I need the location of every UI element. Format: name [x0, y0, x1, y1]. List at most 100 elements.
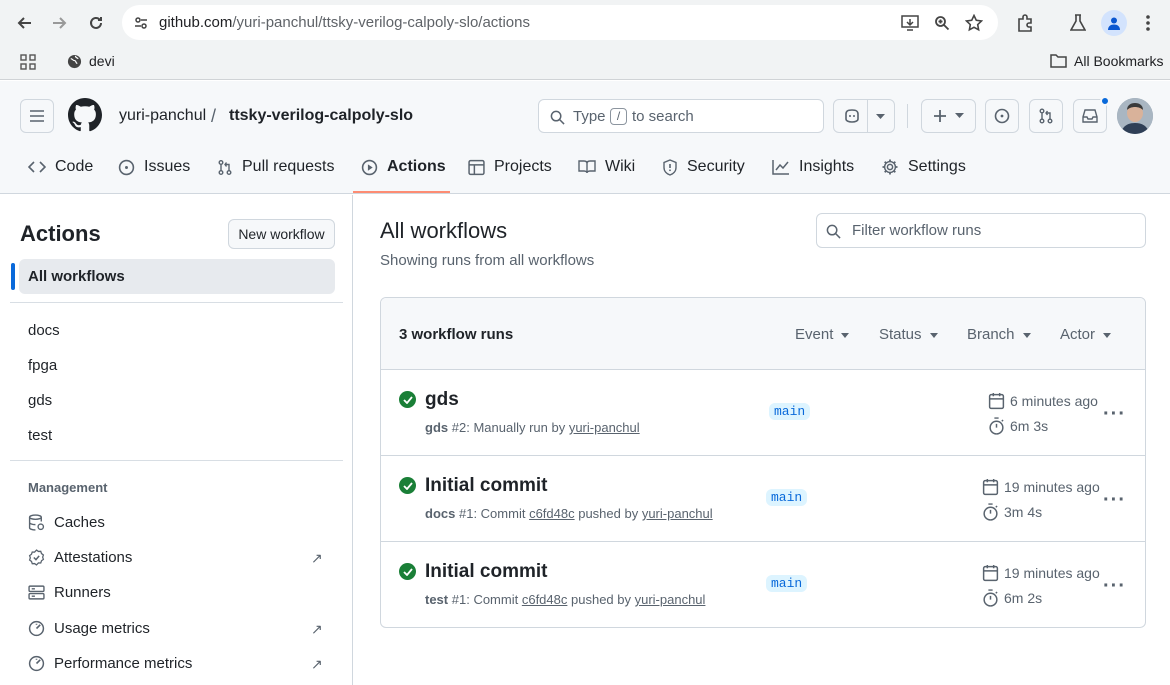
labs-flask-icon[interactable]	[1066, 11, 1090, 35]
zoom-icon[interactable]	[932, 13, 952, 33]
profile-icon[interactable]	[1101, 10, 1127, 36]
forward-icon[interactable]	[48, 11, 72, 35]
run-actor[interactable]: yuri-panchul	[642, 506, 713, 521]
check-circle-icon	[399, 563, 416, 580]
avatar[interactable]	[1117, 98, 1153, 134]
branch-filter[interactable]: Branch	[967, 326, 1031, 343]
tab-wiki[interactable]: Wiki	[578, 150, 635, 184]
chevron-down-icon	[876, 114, 885, 119]
tab-settings[interactable]: Settings	[881, 150, 966, 184]
bookmark-star-icon[interactable]	[964, 13, 984, 33]
run-number: #1	[458, 506, 474, 521]
run-description: test #1: Commit c6fd48c pushed by yuri-p…	[425, 592, 706, 607]
plus-icon	[934, 110, 946, 122]
management-title: Management	[28, 480, 108, 495]
new-workflow-button[interactable]: New workflow	[228, 219, 335, 249]
browser-toolbar: github.com/yuri-panchul/ttsky-verilog-ca…	[0, 0, 1170, 45]
tab-security[interactable]: Security	[662, 150, 745, 184]
tab-issues-label: Issues	[144, 158, 191, 175]
inbox-icon	[1082, 109, 1098, 123]
run-actor[interactable]: yuri-panchul	[569, 420, 640, 435]
run-desc: : Manually run by	[466, 420, 569, 435]
issues-button[interactable]	[985, 99, 1019, 133]
caches-label: Caches	[54, 514, 105, 531]
address-bar[interactable]: github.com/yuri-panchul/ttsky-verilog-ca…	[122, 5, 998, 40]
run-time: 19 minutes ago	[982, 564, 1100, 582]
branch-label[interactable]: main	[766, 575, 808, 592]
pull-requests-button[interactable]	[1029, 99, 1063, 133]
workflow-item[interactable]: test	[28, 427, 52, 444]
workflow-item[interactable]: gds	[28, 392, 52, 409]
run-actor[interactable]: yuri-panchul	[635, 592, 706, 607]
run-commit[interactable]: c6fd48c	[522, 592, 568, 607]
sidebar-item-runners[interactable]: Runners	[28, 584, 111, 601]
create-new-button[interactable]	[921, 99, 976, 133]
run-time: 19 minutes ago	[982, 478, 1100, 496]
extensions-icon[interactable]	[1013, 11, 1037, 35]
code-icon	[28, 161, 46, 173]
filter-runs-input[interactable]: Filter workflow runs	[816, 213, 1146, 248]
kebab-menu-icon[interactable]: ···	[1103, 489, 1126, 512]
sidebar-item-usage-metrics[interactable]: Usage metrics	[28, 620, 150, 637]
tab-code-label: Code	[55, 158, 94, 175]
notification-dot	[1100, 96, 1110, 106]
copilot-button[interactable]	[833, 99, 895, 133]
status-filter[interactable]: Status	[879, 326, 938, 343]
calendar-icon	[982, 479, 999, 496]
search-input[interactable]: Type / to search	[538, 99, 824, 133]
url-domain: github.com	[159, 14, 233, 31]
hamburger-menu-button[interactable]	[20, 99, 54, 133]
browser-menu-icon[interactable]	[1136, 11, 1160, 35]
site-info-icon[interactable]	[132, 14, 150, 32]
workflow-run-row[interactable]: Initial commit test #1: Commit c6fd48c p…	[381, 542, 1145, 627]
all-bookmarks[interactable]: All Bookmarks	[1074, 53, 1163, 69]
reload-icon[interactable]	[84, 11, 108, 35]
event-filter[interactable]: Event	[795, 326, 849, 343]
tab-code[interactable]: Code	[28, 150, 93, 184]
repo-owner[interactable]: yuri-panchul	[119, 107, 206, 125]
run-number: #1	[451, 592, 467, 607]
sidebar-item-caches[interactable]: Caches	[28, 514, 105, 531]
back-icon[interactable]	[12, 11, 36, 35]
git-pull-request-icon	[1039, 108, 1053, 124]
run-title[interactable]: gds	[425, 389, 459, 411]
bookmark-devi[interactable]: devi	[89, 53, 115, 69]
workflow-run-row[interactable]: gds gds #2: Manually run by yuri-panchul…	[381, 370, 1145, 456]
sidebar-item-performance-metrics[interactable]: Performance metrics	[28, 655, 192, 672]
run-duration-value: 6m 2s	[1004, 590, 1043, 606]
run-commit[interactable]: c6fd48c	[529, 506, 575, 521]
run-title[interactable]: Initial commit	[425, 561, 547, 583]
tab-insights[interactable]: Insights	[772, 150, 854, 184]
calendar-icon	[988, 393, 1005, 410]
run-ago: 19 minutes ago	[1004, 479, 1100, 495]
kebab-menu-icon[interactable]: ···	[1103, 403, 1126, 426]
sidebar-item-attestations[interactable]: Attestations	[28, 549, 132, 566]
issue-opened-icon	[994, 108, 1010, 124]
tab-insights-label: Insights	[799, 158, 855, 175]
workflow-item[interactable]: docs	[28, 322, 60, 339]
run-title[interactable]: Initial commit	[425, 475, 547, 497]
run-desc: : Commit	[473, 506, 530, 521]
tab-issues[interactable]: Issues	[118, 150, 190, 184]
workflow-runs-panel: 3 workflow runs Event Status Branch Acto…	[380, 297, 1146, 628]
github-logo-icon[interactable]	[68, 98, 102, 132]
workflow-run-row[interactable]: Initial commit docs #1: Commit c6fd48c p…	[381, 456, 1145, 542]
kebab-menu-icon[interactable]: ···	[1103, 575, 1126, 598]
run-description: docs #1: Commit c6fd48c pushed by yuri-p…	[425, 506, 713, 521]
verified-icon	[28, 549, 45, 566]
search-icon	[826, 224, 841, 239]
branch-label[interactable]: main	[766, 489, 808, 506]
install-app-icon[interactable]	[900, 13, 920, 33]
actor-filter[interactable]: Actor	[1060, 326, 1111, 343]
tab-pull-requests[interactable]: Pull requests	[217, 150, 335, 184]
page-title: All workflows	[380, 218, 508, 243]
branch-label[interactable]: main	[769, 403, 811, 420]
apps-grid-icon[interactable]	[19, 53, 37, 71]
pull-request-icon	[218, 159, 232, 175]
tab-projects[interactable]: Projects	[468, 150, 552, 184]
external-link-icon: ↗	[311, 656, 323, 672]
repo-name[interactable]: ttsky-verilog-calpoly-slo	[229, 107, 413, 125]
tab-actions[interactable]: Actions	[361, 150, 446, 184]
all-workflows-item[interactable]: All workflows	[19, 259, 335, 294]
workflow-item[interactable]: fpga	[28, 357, 57, 374]
